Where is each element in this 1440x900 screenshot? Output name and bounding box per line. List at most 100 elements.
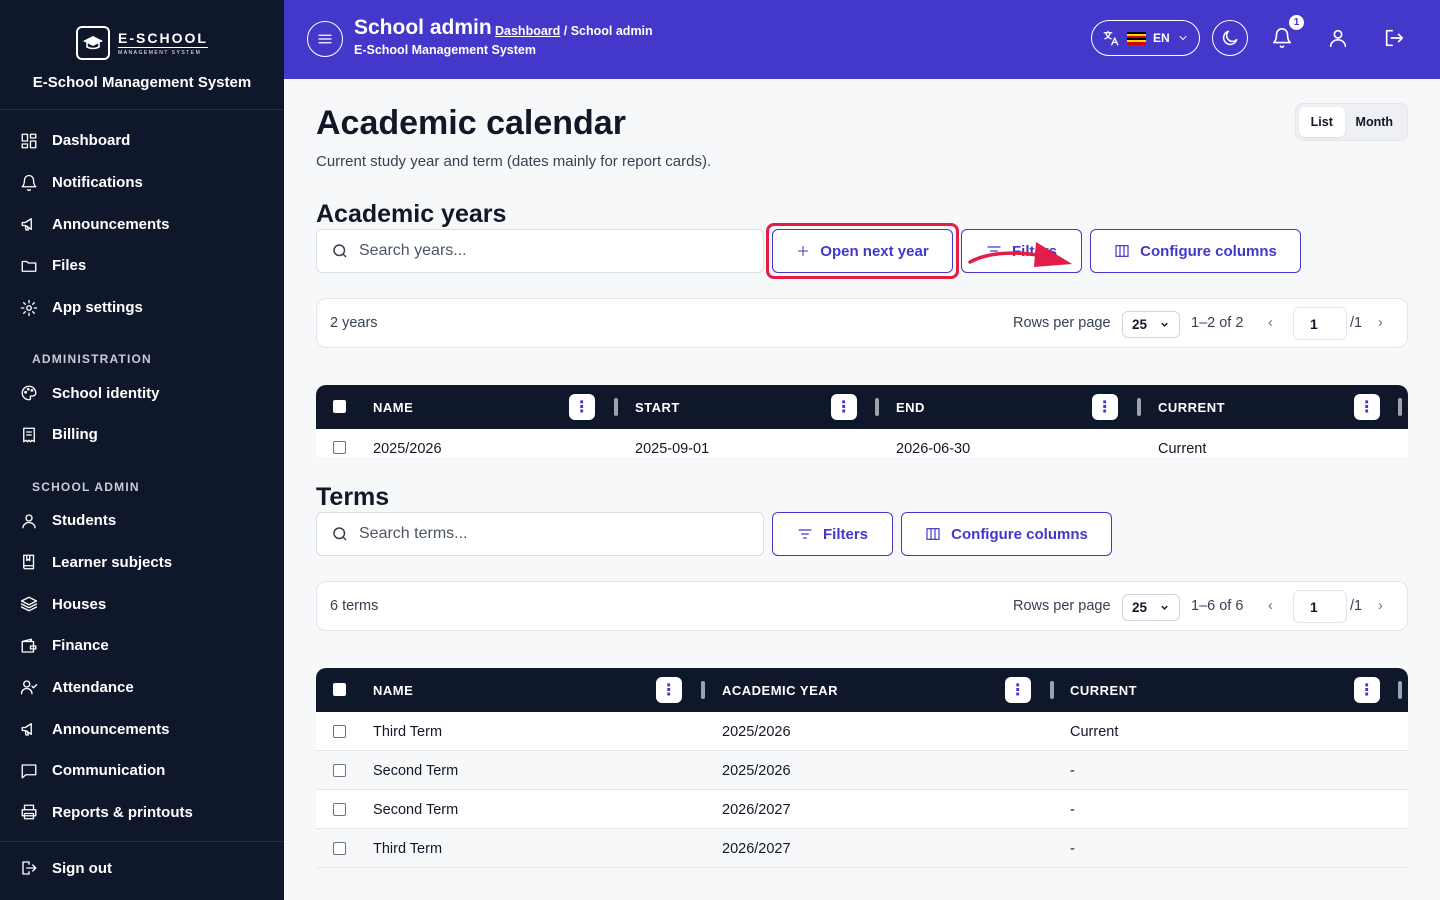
col-current-menu-button[interactable]: ⋮ bbox=[1354, 677, 1380, 703]
years-configure-columns-button[interactable]: Configure columns bbox=[1090, 229, 1301, 273]
terms-table: NAME ⋮ ACADEMIC YEAR ⋮ CURRENT ⋮ Third T… bbox=[316, 668, 1408, 868]
col-resize-handle[interactable] bbox=[1137, 398, 1141, 416]
sidebar-item-attendance[interactable]: Attendance bbox=[0, 667, 284, 709]
sidebar-item-houses[interactable]: Houses bbox=[0, 583, 284, 625]
col-resize-handle[interactable] bbox=[875, 398, 879, 416]
breadcrumb-dashboard-link[interactable]: Dashboard bbox=[495, 24, 560, 38]
col-resize-handle[interactable] bbox=[614, 398, 618, 416]
col-name: NAME bbox=[373, 683, 414, 698]
sidebar-item-label: School identity bbox=[52, 384, 160, 402]
years-next-page-button[interactable]: › bbox=[1378, 315, 1383, 331]
sidebar-item-dashboard[interactable]: Dashboard bbox=[0, 120, 284, 162]
menu-toggle-button[interactable] bbox=[307, 21, 343, 57]
years-page-input[interactable]: 1 bbox=[1293, 307, 1347, 340]
cell-year: 2025/2026 bbox=[722, 763, 791, 779]
col-current-menu-button[interactable]: ⋮ bbox=[1354, 394, 1380, 420]
page-title: Academic calendar bbox=[316, 104, 626, 142]
sidebar-item-billing[interactable]: Billing bbox=[0, 414, 284, 456]
terms-configure-columns-button[interactable]: Configure columns bbox=[901, 512, 1112, 556]
user-icon bbox=[22, 513, 36, 529]
section-administration: ADMINISTRATION bbox=[32, 352, 152, 367]
table-row[interactable]: Third Term 2025/2026 Current bbox=[316, 712, 1408, 751]
cell-name: 2025/2026 bbox=[373, 441, 442, 457]
page-description: Current study year and term (dates mainl… bbox=[316, 153, 712, 170]
sidebar-item-announcements[interactable]: Announcements bbox=[0, 203, 284, 245]
sidebar-item-sign-out[interactable]: Sign out bbox=[0, 842, 284, 894]
table-row[interactable]: 2025/2026 2025-09-01 2026-06-30 Current bbox=[316, 429, 1408, 457]
terms-next-page-button[interactable]: › bbox=[1378, 598, 1383, 614]
terms-table-header: NAME ⋮ ACADEMIC YEAR ⋮ CURRENT ⋮ bbox=[316, 668, 1408, 712]
profile-button[interactable] bbox=[1325, 25, 1351, 51]
table-row[interactable]: Second Term 2026/2027 - bbox=[316, 790, 1408, 829]
years-prev-page-button[interactable]: ‹ bbox=[1268, 315, 1273, 331]
col-resize-handle[interactable] bbox=[701, 681, 705, 699]
terms-search-input[interactable] bbox=[359, 525, 739, 543]
sidebar-item-label: Reports & printouts bbox=[52, 803, 193, 821]
sidebar-item-reports[interactable]: Reports & printouts bbox=[0, 792, 284, 834]
terms-page-input[interactable]: 1 bbox=[1293, 590, 1347, 623]
sidebar-item-school-identity[interactable]: School identity bbox=[0, 372, 284, 414]
col-name-menu-button[interactable]: ⋮ bbox=[569, 394, 595, 420]
col-end-menu-button[interactable]: ⋮ bbox=[1092, 394, 1118, 420]
col-resize-handle[interactable] bbox=[1398, 398, 1402, 416]
top-header: School admin Dashboard / School admin E-… bbox=[284, 0, 1440, 79]
chevron-down-icon bbox=[1179, 36, 1187, 40]
sidebar-item-notifications[interactable]: Notifications bbox=[0, 162, 284, 204]
col-resize-handle[interactable] bbox=[1398, 681, 1402, 699]
table-row[interactable]: Third Term 2026/2027 - bbox=[316, 829, 1408, 868]
rows-per-page-label: Rows per page bbox=[1013, 598, 1111, 614]
search-icon bbox=[333, 244, 347, 258]
user-check-icon bbox=[20, 680, 38, 695]
terms-pagination: 6 terms Rows per page 25 1–6 of 6 ‹ 1 /1… bbox=[316, 581, 1408, 631]
sidebar-item-communication[interactable]: Communication bbox=[0, 750, 284, 792]
col-resize-handle[interactable] bbox=[1050, 681, 1054, 699]
years-rows-per-page-select[interactable]: 25 bbox=[1122, 311, 1180, 338]
terms-rows-per-page-select[interactable]: 25 bbox=[1122, 594, 1180, 621]
sidebar-item-students[interactable]: Students bbox=[0, 500, 284, 542]
sidebar-item-files[interactable]: Files bbox=[0, 245, 284, 287]
cell-current: Current bbox=[1070, 724, 1119, 740]
table-row[interactable]: Second Term 2025/2026 - bbox=[316, 751, 1408, 790]
sign-out-icon bbox=[22, 861, 37, 875]
col-name-menu-button[interactable]: ⋮ bbox=[656, 677, 682, 703]
moon-icon bbox=[1222, 30, 1238, 46]
row-checkbox[interactable] bbox=[333, 803, 346, 816]
row-checkbox[interactable] bbox=[333, 764, 346, 777]
columns-icon bbox=[926, 528, 940, 540]
row-checkbox[interactable] bbox=[333, 725, 346, 738]
logo-sub: MANAGEMENT SYSTEM bbox=[118, 50, 202, 56]
chevron-down-icon bbox=[1161, 605, 1168, 610]
years-configure-label: Configure columns bbox=[1140, 242, 1277, 260]
row-checkbox[interactable] bbox=[333, 842, 346, 855]
view-month-button[interactable]: Month bbox=[1345, 107, 1404, 137]
col-academic-year-menu-button[interactable]: ⋮ bbox=[1005, 677, 1031, 703]
logo[interactable]: E-SCHOOL MANAGEMENT SYSTEM bbox=[76, 26, 208, 60]
years-search-input[interactable] bbox=[359, 242, 739, 260]
language-selector[interactable]: EN bbox=[1091, 20, 1200, 56]
sidebar-item-learner-subjects[interactable]: Learner subjects bbox=[0, 542, 284, 584]
hamburger-icon bbox=[318, 34, 332, 44]
theme-toggle-button[interactable] bbox=[1212, 20, 1248, 56]
years-pagination: 2 years Rows per page 25 1–2 of 2 ‹ 1 /1… bbox=[316, 298, 1408, 348]
years-select-all-checkbox[interactable] bbox=[333, 400, 346, 413]
sidebar-item-finance[interactable]: Finance bbox=[0, 625, 284, 667]
notifications-button[interactable] bbox=[1269, 25, 1295, 51]
view-list-button[interactable]: List bbox=[1299, 107, 1345, 137]
terms-select-all-checkbox[interactable] bbox=[333, 683, 346, 696]
row-checkbox[interactable] bbox=[333, 441, 346, 454]
logout-icon bbox=[1385, 29, 1404, 47]
col-start: START bbox=[635, 400, 680, 415]
terms-prev-page-button[interactable]: ‹ bbox=[1268, 598, 1273, 614]
sidebar-item-label: App settings bbox=[52, 299, 143, 317]
sidebar-item-label: Announcements bbox=[52, 720, 170, 738]
col-start-menu-button[interactable]: ⋮ bbox=[831, 394, 857, 420]
col-name: NAME bbox=[373, 400, 414, 415]
folder-icon bbox=[21, 260, 37, 272]
col-current: CURRENT bbox=[1070, 683, 1138, 698]
terms-filters-button[interactable]: Filters bbox=[772, 512, 893, 556]
sidebar-item-app-settings[interactable]: App settings bbox=[0, 287, 284, 329]
logout-button[interactable] bbox=[1381, 25, 1407, 51]
sidebar-nav: Dashboard Notifications Announcements Fi… bbox=[0, 110, 284, 833]
sidebar-item-announcements-2[interactable]: Announcements bbox=[0, 708, 284, 750]
bell-icon bbox=[1272, 28, 1292, 48]
